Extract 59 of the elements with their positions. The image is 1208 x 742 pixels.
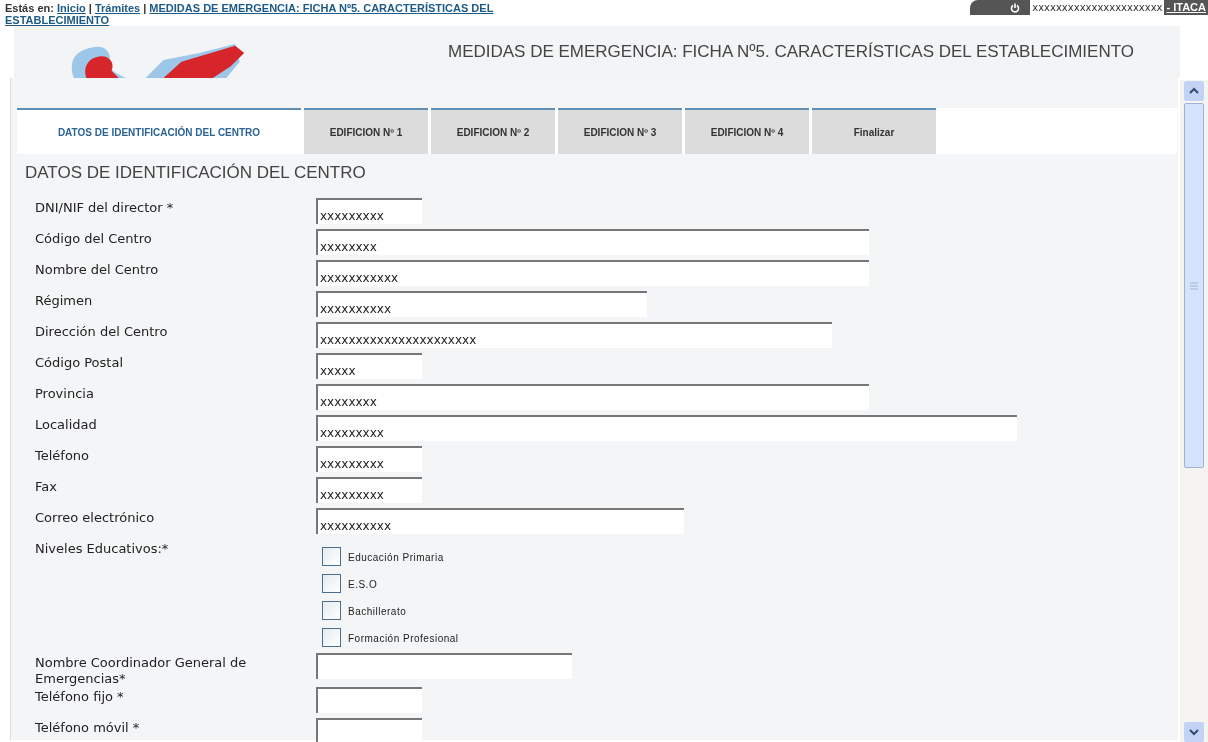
checkbox[interactable] bbox=[322, 546, 341, 566]
field-label: Niveles Educativos:* bbox=[34, 539, 170, 557]
field-label: Provincia bbox=[34, 384, 95, 402]
text-field[interactable]: xxxxxxxxx bbox=[316, 476, 422, 503]
text-field[interactable]: xxxxxxxxx bbox=[316, 197, 422, 224]
text-field[interactable]: xxxxxxxxxx bbox=[316, 290, 647, 317]
grip-icon bbox=[1190, 281, 1198, 290]
field-label: Código Postal bbox=[34, 353, 124, 371]
text-field[interactable] bbox=[316, 686, 422, 713]
field-label: DNI/NIF del director * bbox=[34, 198, 175, 216]
checkbox[interactable] bbox=[322, 627, 341, 647]
text-field[interactable]: xxxxxxxxx bbox=[316, 445, 422, 472]
breadcrumb-link[interactable]: MEDIDAS DE EMERGENCIA: FICHA Nº5. CARACTERÍSTICAS DEL bbox=[149, 2, 494, 14]
field-label: Correo electrónico bbox=[34, 508, 156, 526]
text-field[interactable]: xxxxxxxxxxx bbox=[316, 259, 869, 286]
field-label: Nombre Coordinador General de Emergencias* bbox=[34, 653, 248, 687]
checkbox[interactable] bbox=[322, 600, 341, 620]
breadcrumb-separator: | bbox=[87, 2, 93, 14]
text-field[interactable] bbox=[316, 717, 422, 742]
breadcrumb-link[interactable]: ESTABLECIMIENTO bbox=[5, 14, 110, 26]
scrollbar[interactable] bbox=[1180, 80, 1208, 742]
text-field[interactable]: xxxxxxxx bbox=[316, 228, 869, 255]
field-label: Teléfono bbox=[34, 446, 91, 464]
field-label: Localidad bbox=[34, 415, 98, 433]
field-label: Código del Centro bbox=[34, 229, 153, 247]
tab[interactable]: Finalizar bbox=[812, 108, 936, 154]
power-icon[interactable] bbox=[1010, 2, 1021, 13]
checkbox-label: E.S.O bbox=[348, 577, 378, 592]
breadcrumb-link[interactable]: Inicio bbox=[56, 2, 86, 14]
checkbox-label: Bachillerato bbox=[348, 604, 407, 619]
field-label: Fax bbox=[34, 477, 58, 495]
text-field[interactable]: xxxxxxxxxxxxxxxxxxxxxx bbox=[316, 321, 832, 348]
checkbox[interactable] bbox=[322, 573, 341, 593]
field-label: Régimen bbox=[34, 291, 94, 309]
text-field[interactable]: xxxxxxxxx bbox=[316, 414, 1017, 441]
scroll-up-icon[interactable] bbox=[1184, 81, 1204, 101]
user-name: xxxxxxxxxxxxxxxxxxxxxx bbox=[1030, 0, 1165, 15]
section-title: DATOS DE IDENTIFICACIÓN DEL CENTRO bbox=[24, 162, 367, 184]
breadcrumb-label: Estás en: bbox=[5, 2, 55, 14]
field-label: Teléfono fijo * bbox=[34, 687, 125, 705]
field-label: Dirección del Centro bbox=[34, 322, 169, 340]
tab[interactable]: EDIFICION Nº 4 bbox=[685, 108, 809, 154]
checkbox-label: Formación Profesional bbox=[348, 631, 459, 646]
text-field[interactable]: xxxxx bbox=[316, 352, 422, 379]
scroll-thumb[interactable] bbox=[1184, 103, 1204, 468]
text-field[interactable] bbox=[316, 652, 572, 679]
breadcrumb-separator: | bbox=[142, 2, 148, 14]
scroll-down-icon[interactable] bbox=[1184, 722, 1204, 742]
text-field[interactable]: xxxxxxxxxx bbox=[316, 507, 684, 534]
tab[interactable]: EDIFICION Nº 2 bbox=[431, 108, 555, 154]
tab[interactable]: EDIFICION Nº 1 bbox=[304, 108, 428, 154]
field-label: Teléfono móvil * bbox=[34, 718, 141, 736]
page-title: MEDIDAS DE EMERGENCIA: FICHA Nº5. CARACTERÍSTICAS DEL ESTABLECIMIENTO bbox=[447, 41, 1134, 64]
breadcrumb-link[interactable]: Trámites bbox=[94, 2, 141, 14]
text-field[interactable]: xxxxxxxx bbox=[316, 383, 869, 410]
tab[interactable]: EDIFICION Nº 3 bbox=[558, 108, 682, 154]
app-link[interactable]: - ITACA bbox=[1164, 0, 1208, 16]
field-label: Nombre del Centro bbox=[34, 260, 160, 278]
checkbox-label: Educación Primaria bbox=[348, 550, 444, 565]
